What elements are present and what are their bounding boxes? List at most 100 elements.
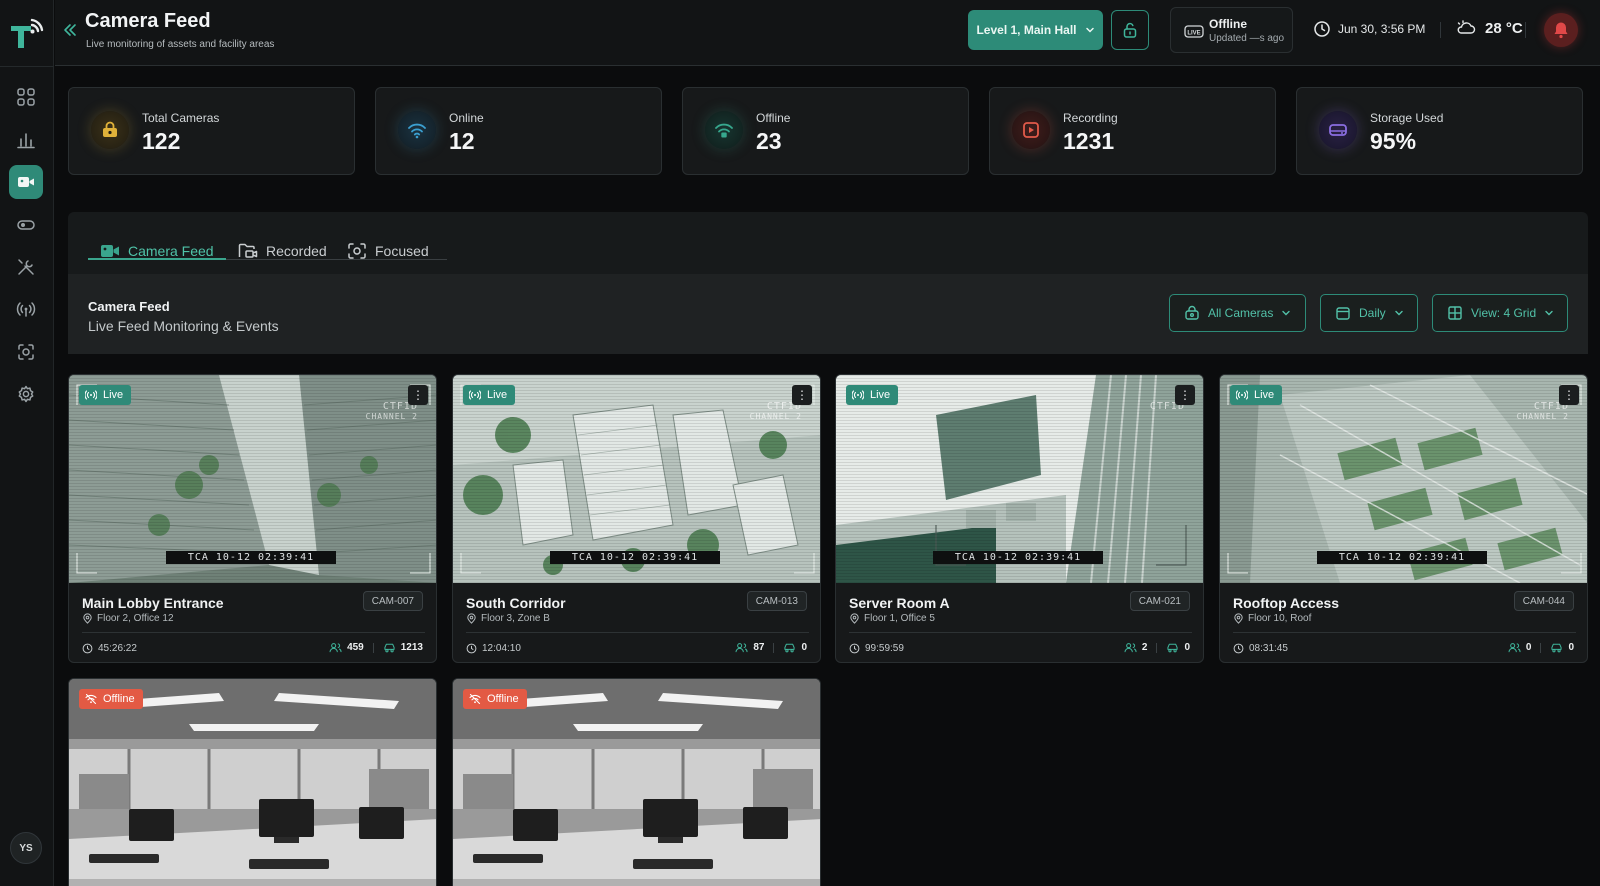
stat-label: Total Cameras <box>142 111 220 125</box>
camera-card[interactable]: CAM 3 CTFIDCHANNEL 2 TCA 10-12 02:39:41 … <box>1219 374 1588 663</box>
current-datetime: Jun 30, 3:56 PM <box>1313 20 1425 38</box>
nav-settings[interactable] <box>9 377 43 411</box>
stat-card-online: Online 12 <box>375 87 662 175</box>
antenna-icon <box>16 302 36 317</box>
live-status-icon: LIVE <box>1184 23 1204 44</box>
count-separator <box>1540 642 1542 653</box>
camera-filter-select[interactable]: All Cameras <box>1169 294 1306 332</box>
more-options-button[interactable]: ⋮ <box>1175 385 1195 405</box>
clock-icon <box>849 643 860 654</box>
antenna-icon <box>469 390 481 400</box>
people-icon <box>735 643 748 653</box>
stat-card-total-cameras: Total Cameras 122 <box>68 87 355 175</box>
camera-name: Main Lobby Entrance <box>82 595 224 611</box>
camera-location: Floor 10, Roof <box>1233 613 1311 624</box>
location-pin-icon <box>83 613 92 624</box>
vehicle-icon <box>1551 643 1563 653</box>
view-grid-select[interactable]: View: 4 Grid <box>1432 294 1568 332</box>
gear-icon <box>18 385 34 403</box>
vehicle-icon <box>384 643 395 653</box>
record-icon <box>1012 111 1050 149</box>
focus-camera-icon <box>18 344 34 360</box>
camera-card-offline[interactable]: Offline <box>452 678 821 886</box>
toggle-icon <box>17 220 35 230</box>
camera-card[interactable]: CAM 3 CTFIDCHANNEL 2 TCA 10-12 02:39:41 … <box>68 374 437 663</box>
tab-focused[interactable]: Focused <box>347 235 429 267</box>
camera-location: Floor 3, Zone B <box>466 613 550 624</box>
camera-feed-image[interactable]: Offline <box>453 679 820 886</box>
stat-card-recording: Recording 1231 <box>989 87 1276 175</box>
user-avatar[interactable]: YS <box>10 832 42 864</box>
card-divider <box>466 632 809 633</box>
tab-recorded[interactable]: Recorded <box>238 235 327 267</box>
clock-icon <box>82 643 93 654</box>
panel-title: Camera Feed <box>88 299 170 314</box>
people-count: 459 <box>347 642 364 653</box>
camera-id-badge: CAM-007 <box>362 591 423 611</box>
camera-feed-image[interactable]: CAM 3 CTFIDCHANNEL 2 TCA 10-12 02:39:41 … <box>453 375 820 583</box>
camera-feed-image[interactable]: CAM 3 CTFIDCHANNEL 2 TCA 10-12 02:39:41 … <box>69 375 436 583</box>
connection-status-updated: Updated —s ago <box>1209 33 1285 44</box>
stat-card-storage: Storage Used 95% <box>1296 87 1583 175</box>
camera-id-badge: CAM-013 <box>746 591 807 611</box>
camera-location-label: Floor 3, Zone B <box>481 613 550 624</box>
header-separator <box>1440 22 1441 38</box>
camera-id-badge: CAM-044 <box>1513 591 1574 611</box>
people-icon <box>329 643 342 653</box>
period-filter-select[interactable]: Daily <box>1320 294 1418 332</box>
tab-camera-feed[interactable]: Camera Feed <box>100 235 214 267</box>
camera-uptime: 45:26:22 <box>82 643 137 654</box>
temperature-label: 28 °C <box>1485 19 1523 37</box>
feed-timestamp: TCA 10-12 02:39:41 <box>550 551 720 564</box>
camera-feed-image[interactable]: Offline <box>69 679 436 886</box>
camera-card-offline[interactable]: Offline <box>68 678 437 886</box>
location-select[interactable]: Level 1, Main Hall <box>968 10 1103 50</box>
stat-label: Recording <box>1063 111 1118 125</box>
live-badge: Live <box>79 385 132 405</box>
header-separator <box>1525 22 1526 38</box>
vehicle-icon <box>1167 643 1179 653</box>
nav-focus[interactable] <box>9 335 43 369</box>
count-separator <box>1156 642 1158 653</box>
status-label: Live <box>103 389 124 401</box>
more-options-button[interactable]: ⋮ <box>792 385 812 405</box>
count-separator <box>773 642 775 653</box>
nav-dashboard[interactable] <box>9 80 43 114</box>
filter-label: All Cameras <box>1208 306 1274 320</box>
feed-tabs-panel: Camera Feed Recorded Focused <box>68 212 1588 274</box>
camera-counts: 0 0 <box>1508 642 1574 653</box>
stat-label: Offline <box>756 111 791 125</box>
camera-feed-image[interactable]: CAM 3 CTFIDCHANNEL 2 TCA 10-12 02:39:41 … <box>1220 375 1587 583</box>
stat-card-offline: Offline 23 <box>682 87 969 175</box>
status-label: Live <box>870 389 891 401</box>
clock-icon <box>466 643 477 654</box>
stat-value: 12 <box>449 128 475 154</box>
nav-analytics[interactable] <box>9 123 43 157</box>
double-chevron-left-icon <box>64 24 76 36</box>
unlock-button[interactable] <box>1111 10 1149 50</box>
collapse-sidebar-button[interactable] <box>60 20 80 40</box>
live-badge: Live <box>1230 385 1283 405</box>
camera-feed-image[interactable]: CTFID TCA 10-12 02:39:41 Live ⋮ <box>836 375 1203 583</box>
location-pin-icon <box>850 613 859 624</box>
nav-camera-feed[interactable] <box>9 165 43 199</box>
brand-logo[interactable] <box>8 14 46 52</box>
nav-signals[interactable] <box>9 292 43 326</box>
status-label: Live <box>1254 389 1275 401</box>
camera-name: Rooftop Access <box>1233 595 1340 611</box>
notifications-button[interactable] <box>1544 13 1578 47</box>
location-pin-icon <box>1234 613 1243 624</box>
camera-card[interactable]: CAM 3 CTFIDCHANNEL 2 TCA 10-12 02:39:41 … <box>452 374 821 663</box>
camera-lock-icon <box>91 111 129 149</box>
camera-uptime: 99:59:59 <box>849 643 904 654</box>
camera-uptime: 08:31:45 <box>1233 643 1288 654</box>
camera-card[interactable]: CTFID TCA 10-12 02:39:41 Live ⋮ Server R… <box>835 374 1204 663</box>
more-options-button[interactable]: ⋮ <box>408 385 428 405</box>
page-title: Camera Feed <box>85 10 211 32</box>
more-options-button[interactable]: ⋮ <box>1559 385 1579 405</box>
weather-cloud-icon <box>1457 20 1476 34</box>
nav-maintenance[interactable] <box>9 250 43 284</box>
nav-controls[interactable] <box>9 208 43 242</box>
people-count: 0 <box>1525 642 1532 653</box>
card-divider <box>849 632 1192 633</box>
